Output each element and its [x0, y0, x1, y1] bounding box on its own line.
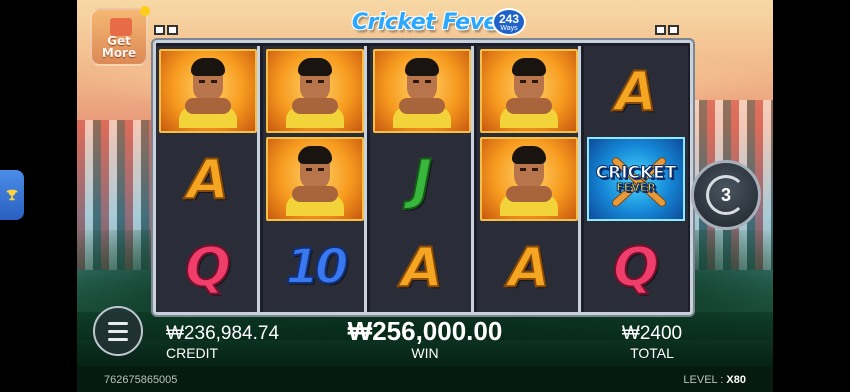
player-symbol: [373, 49, 471, 133]
reel-cell: A: [480, 225, 578, 309]
win-value: ₩256,000.00: [347, 316, 503, 346]
reel-cell: A: [159, 137, 257, 221]
notification-dot: [140, 6, 150, 16]
menu-button[interactable]: [93, 306, 143, 356]
floodlight-icon: [154, 22, 180, 36]
reel-column: AQ: [156, 46, 260, 312]
symbol-j: J: [411, 147, 433, 212]
reel-cell: Q: [159, 225, 257, 309]
symbol-q: Q: [612, 235, 660, 300]
session-id: 762675865005: [104, 374, 178, 386]
auto-spin-count: 3: [720, 184, 731, 205]
total-bet-display[interactable]: ₩2400 TOTAL: [612, 324, 692, 360]
player-symbol: [159, 49, 257, 133]
spin-button[interactable]: 3: [691, 160, 761, 230]
get-more-button[interactable]: Get More: [90, 6, 150, 66]
footer-bar: [77, 367, 773, 392]
credit-display: ₩236,984.74 CREDIT: [166, 324, 279, 360]
credit-label: CREDIT: [166, 345, 219, 361]
symbol-a: A: [400, 235, 444, 300]
symbol-10: 10: [285, 238, 350, 296]
reel-cell: 10: [266, 225, 364, 309]
total-label: TOTAL: [630, 345, 674, 361]
reel-column: 10: [263, 46, 367, 312]
get-more-label: Get More: [101, 33, 137, 61]
trophy-icon: [6, 189, 18, 201]
win-label: WIN: [411, 345, 439, 361]
reel-cell: J: [373, 137, 471, 221]
floodlight-icon: [655, 22, 681, 36]
player-symbol: [266, 49, 364, 133]
gift-icon: [110, 18, 132, 36]
wild-symbol: CRICKET FEVER: [587, 137, 685, 221]
reel-cell: Q: [587, 225, 685, 309]
side-tab-button[interactable]: [0, 170, 24, 220]
level-indicator: LEVEL : X80: [683, 374, 746, 386]
win-display: ₩256,000.00 WIN: [340, 318, 510, 360]
hamburger-menu-icon: [108, 321, 128, 325]
symbol-a: A: [186, 147, 230, 212]
credit-value: ₩236,984.74: [166, 323, 280, 344]
reel-cell: A: [587, 49, 685, 133]
reel-column: A: [477, 46, 581, 312]
ways-badge: 243 Ways: [492, 8, 526, 36]
reel-grid: A Q 10 J A A A CRICKET FEVER Q: [153, 40, 693, 315]
symbol-a: A: [614, 59, 658, 124]
symbol-a: A: [507, 235, 551, 300]
player-symbol: [266, 137, 364, 221]
reel-cell: A: [373, 225, 471, 309]
symbol-q: Q: [184, 235, 232, 300]
game-title: Cricket Fever: [351, 9, 509, 35]
player-symbol: [480, 49, 578, 133]
game-logo: Cricket Fever 243 Ways: [332, 2, 528, 42]
total-value: ₩2400: [621, 323, 683, 344]
player-symbol: [480, 137, 578, 221]
reel-column: A CRICKET FEVER Q: [584, 46, 688, 312]
reel-column: JA: [370, 46, 474, 312]
